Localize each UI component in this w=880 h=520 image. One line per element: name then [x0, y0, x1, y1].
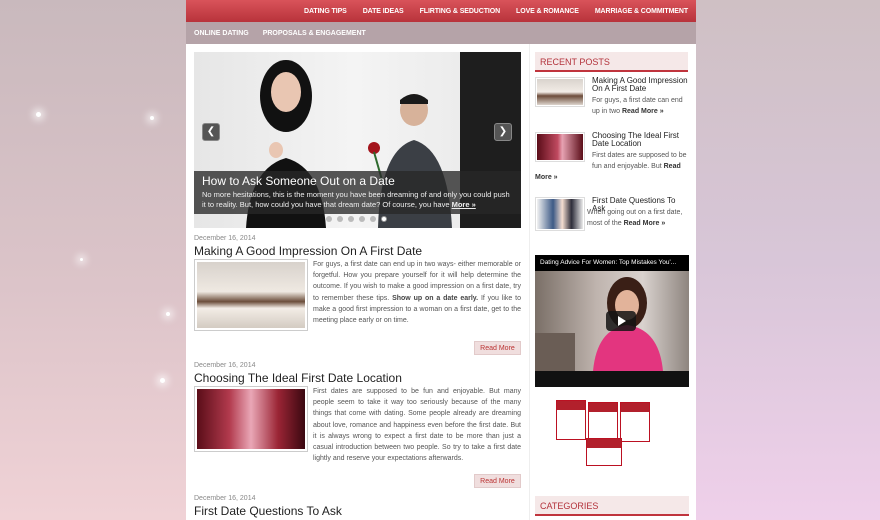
recent-post-item: First Date Questions To Ask When going o…: [535, 197, 689, 237]
slide-caption: How to Ask Someone Out on a Date No more…: [194, 171, 521, 214]
nav-online-dating[interactable]: ONLINE DATING: [194, 30, 249, 37]
post-thumbnail[interactable]: [194, 259, 308, 331]
recent-post-excerpt: When going out on a first date, most of …: [587, 209, 683, 227]
dating-guide-books-image[interactable]: [550, 396, 670, 476]
nav-dating-tips[interactable]: DATING TIPS: [304, 8, 347, 15]
video-embed[interactable]: Dating Advice For Women: Top Mistakes Yo…: [535, 255, 689, 387]
slider-dot[interactable]: [359, 216, 365, 222]
post-item: December 16, 2014 Making A Good Impressi…: [194, 235, 521, 355]
recent-posts-title: RECENT POSTS: [535, 52, 688, 72]
categories-title: CATEGORIES: [535, 496, 689, 516]
recent-read-more[interactable]: Read More »: [622, 108, 664, 115]
site-wrapper: DATING TIPS DATE IDEAS FLIRTING & SEDUCT…: [186, 0, 696, 520]
recent-read-more[interactable]: Read: [664, 163, 681, 170]
main-column: ❮ ❯ How to Ask Someone Out on a Date No …: [194, 52, 521, 518]
featured-slider[interactable]: ❮ ❯ How to Ask Someone Out on a Date No …: [194, 52, 521, 228]
nav-proposals-engagement[interactable]: PROPOSALS & ENGAGEMENT: [263, 30, 366, 37]
recent-post-excerpt-continued: More »: [535, 172, 689, 183]
read-more-button[interactable]: Read More: [474, 341, 521, 355]
recent-post-thumbnail[interactable]: [535, 132, 585, 162]
book-cover: [588, 402, 618, 442]
sparkle-decoration: [160, 378, 165, 383]
recent-post-excerpt: First dates are supposed to be fun and e…: [592, 152, 687, 170]
post-date: December 16, 2014: [194, 495, 256, 502]
post-title[interactable]: First Date Questions To Ask: [194, 504, 521, 518]
slider-dot-active[interactable]: [381, 216, 387, 222]
recent-read-more[interactable]: More »: [535, 174, 558, 181]
post-item: December 16, 2014 First Date Questions T…: [194, 495, 521, 520]
slider-dot[interactable]: [370, 216, 376, 222]
sidebar: RECENT POSTS Making A Good Impression On…: [529, 44, 696, 520]
slider-dot[interactable]: [348, 216, 354, 222]
recent-post-excerpt: For guys, a first date can end up in two…: [592, 97, 683, 115]
chevron-right-icon[interactable]: ❯: [494, 123, 512, 141]
post-title[interactable]: Making A Good Impression On A First Date: [194, 244, 521, 258]
sparkle-decoration: [36, 112, 41, 117]
post-excerpt: First dates are supposed to be fun and e…: [313, 388, 521, 463]
nav-flirting-seduction[interactable]: FLIRTING & SEDUCTION: [420, 8, 501, 15]
recent-post-thumbnail[interactable]: [535, 77, 585, 107]
page-background-right: [696, 0, 880, 520]
recent-post-title[interactable]: Choosing The Ideal First Date Location: [592, 132, 689, 148]
video-title[interactable]: Dating Advice For Women: Top Mistakes Yo…: [535, 255, 689, 271]
slide-more-link[interactable]: More »: [452, 200, 476, 209]
sparkle-decoration: [150, 116, 154, 120]
sparkle-decoration: [80, 258, 83, 261]
post-date: December 16, 2014: [194, 362, 256, 369]
read-more-button[interactable]: Read More: [474, 474, 521, 488]
book-cover: [556, 400, 586, 440]
post-excerpt: For guys, a first date can end up in two…: [313, 261, 521, 325]
secondary-navigation: ONLINE DATING PROPOSALS & ENGAGEMENT: [186, 22, 696, 44]
play-icon[interactable]: [606, 311, 636, 331]
recent-post-thumbnail[interactable]: [535, 197, 585, 231]
post-date: December 16, 2014: [194, 235, 256, 242]
sparkle-decoration: [166, 312, 170, 316]
recent-post-item: Making A Good Impression On A First Date…: [535, 77, 689, 117]
chevron-left-icon[interactable]: ❮: [202, 123, 220, 141]
slider-dot[interactable]: [326, 216, 332, 222]
recent-read-more[interactable]: Read More »: [624, 220, 666, 227]
book-cover: [586, 438, 622, 466]
slide-title[interactable]: How to Ask Someone Out on a Date: [202, 174, 513, 188]
recent-post-title[interactable]: Making A Good Impression On A First Date: [592, 77, 689, 93]
content-area: ❮ ❯ How to Ask Someone Out on a Date No …: [186, 44, 696, 520]
recent-post-item: Choosing The Ideal First Date Location F…: [535, 132, 689, 182]
slide-text: No more hesitations, this is the moment …: [202, 190, 510, 209]
nav-marriage-commitment[interactable]: MARRIAGE & COMMITMENT: [595, 8, 688, 15]
slider-dot[interactable]: [337, 216, 343, 222]
book-cover: [620, 402, 650, 442]
post-title[interactable]: Choosing The Ideal First Date Location: [194, 371, 521, 385]
slider-pagination: [326, 216, 392, 222]
nav-date-ideas[interactable]: DATE IDEAS: [363, 8, 404, 15]
post-thumbnail[interactable]: [194, 386, 308, 452]
nav-love-romance[interactable]: LOVE & ROMANCE: [516, 8, 579, 15]
primary-navigation: DATING TIPS DATE IDEAS FLIRTING & SEDUCT…: [186, 0, 696, 22]
post-item: December 16, 2014 Choosing The Ideal Fir…: [194, 362, 521, 488]
page-background-left: [0, 0, 186, 520]
